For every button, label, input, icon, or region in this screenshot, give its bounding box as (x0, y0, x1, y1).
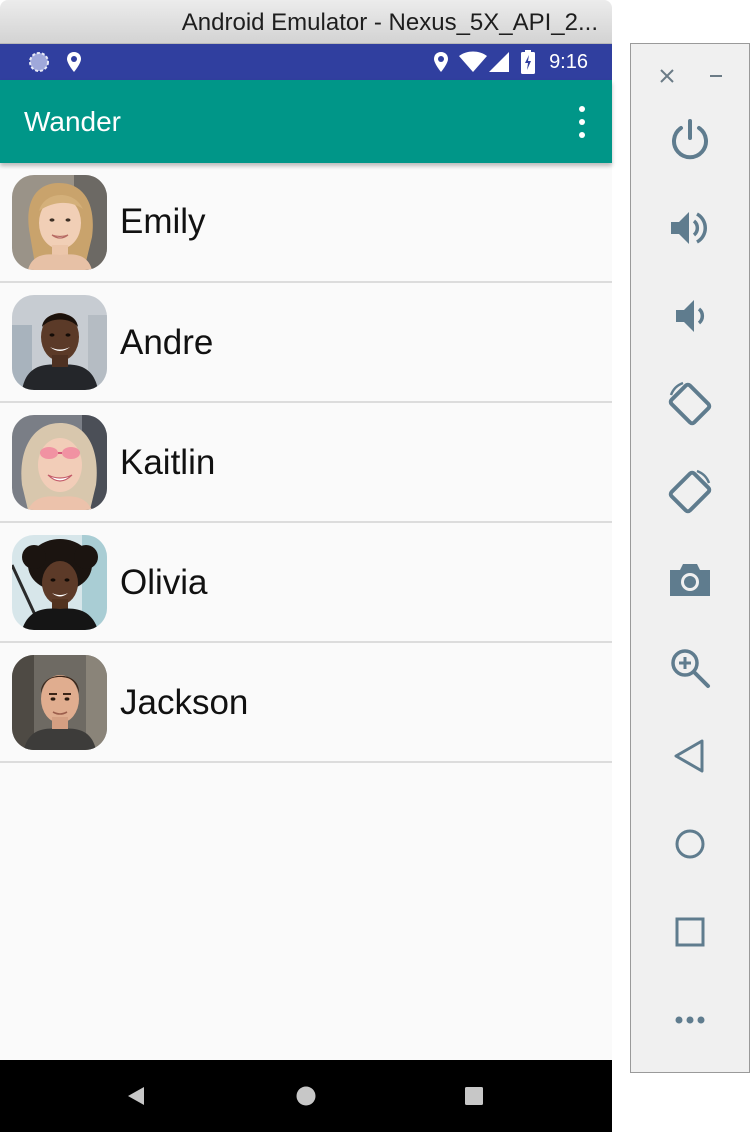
overview-icon[interactable] (661, 903, 719, 961)
emulator-side-toolbar (630, 43, 750, 1073)
contact-name: Olivia (120, 563, 208, 602)
contact-list: Emily Andre Kaitlin Olivia Jackson (0, 163, 612, 1060)
nav-home-icon[interactable] (288, 1078, 324, 1114)
zoom-icon[interactable] (661, 639, 719, 697)
avatar (12, 175, 107, 270)
list-item[interactable]: Olivia (0, 523, 612, 643)
minimize-icon[interactable] (702, 62, 730, 90)
list-item[interactable]: Andre (0, 283, 612, 403)
home-icon[interactable] (661, 815, 719, 873)
volume-down-icon[interactable] (661, 287, 719, 345)
contact-name: Jackson (120, 683, 249, 722)
rotate-left-icon[interactable] (661, 375, 719, 433)
power-icon[interactable] (661, 111, 719, 169)
navigation-bar (0, 1060, 612, 1132)
rotate-right-icon[interactable] (661, 463, 719, 521)
sync-icon (27, 44, 51, 80)
contact-name: Kaitlin (120, 443, 216, 482)
location-icon-right (431, 44, 451, 80)
avatar (12, 535, 107, 630)
clock: 9:16 (549, 51, 588, 73)
close-icon[interactable] (653, 62, 681, 90)
window-title: Android Emulator - Nexus_5X_API_2... (181, 9, 598, 36)
contact-name: Andre (120, 323, 214, 362)
app-title: Wander (24, 106, 122, 137)
more-icon[interactable] (661, 991, 719, 1049)
nav-back-icon[interactable] (118, 1078, 154, 1114)
avatar (12, 655, 107, 750)
avatar (12, 415, 107, 510)
camera-icon[interactable] (661, 551, 719, 609)
battery-charging-icon (520, 44, 536, 80)
status-bar: 9:16 (0, 44, 612, 80)
back-icon[interactable] (661, 727, 719, 785)
list-item[interactable]: Jackson (0, 643, 612, 763)
avatar (12, 295, 107, 390)
emulator-window: Android Emulator - Nexus_5X_API_2... 9:1… (0, 0, 612, 1132)
app-bar: Wander (0, 80, 612, 163)
signal-icon (487, 44, 511, 80)
volume-up-icon[interactable] (661, 199, 719, 257)
overflow-menu-icon[interactable] (572, 106, 592, 138)
list-item[interactable]: Kaitlin (0, 403, 612, 523)
wifi-icon (458, 44, 488, 80)
contact-name: Emily (120, 202, 206, 241)
location-icon (64, 44, 84, 80)
nav-overview-icon[interactable] (456, 1078, 492, 1114)
list-item[interactable]: Emily (0, 163, 612, 283)
title-bar: Android Emulator - Nexus_5X_API_2... (0, 0, 612, 44)
